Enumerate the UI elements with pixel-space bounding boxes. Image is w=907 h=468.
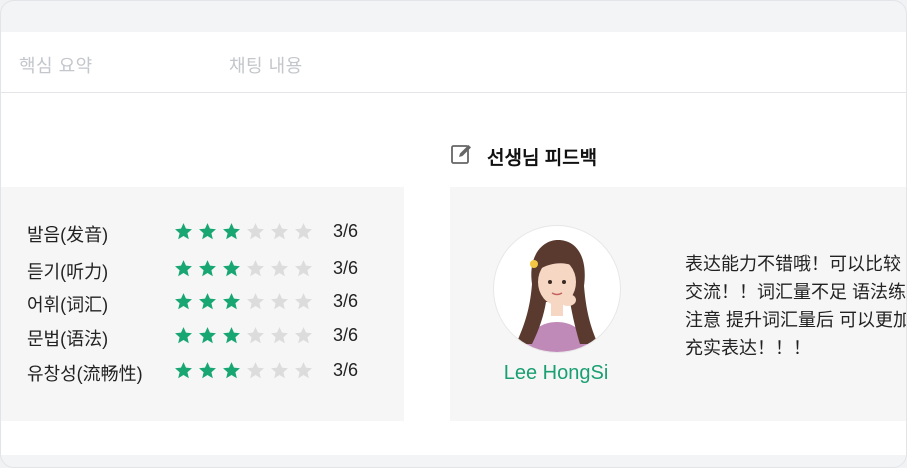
feedback-line: 表达能力不错哦！可以比较 xyxy=(685,254,901,274)
feedback-card: Lee HongSi 表达能力不错哦！可以比较 交流！！词汇量不足 语法练 注意… xyxy=(450,187,907,421)
star-filled-icon xyxy=(223,362,240,379)
star-filled-icon xyxy=(223,223,240,240)
star-empty-icon xyxy=(247,327,264,344)
tab-chat-content[interactable]: 채팅 내용 xyxy=(229,52,303,78)
star-empty-icon xyxy=(247,260,264,277)
app-frame: 핵심 요약 채팅 내용 발음(发音) 3/6 듣기(听力) 3/6 어휘(词汇)… xyxy=(0,0,907,468)
rating-row-vocabulary: 어휘(词汇) 3/6 xyxy=(1,291,404,315)
rating-label: 듣기(听力) xyxy=(27,262,109,282)
star-empty-icon xyxy=(247,362,264,379)
edit-icon xyxy=(451,145,471,164)
rating-score: 3/6 xyxy=(333,360,359,380)
star-empty-icon xyxy=(295,293,312,310)
star-empty-icon xyxy=(247,293,264,310)
star-empty-icon xyxy=(271,223,288,240)
star-filled-icon xyxy=(199,362,216,379)
star-empty-icon xyxy=(247,223,264,240)
feedback-line: 注意 提升词汇量后 可以更加 xyxy=(685,310,907,330)
star-empty-icon xyxy=(271,362,288,379)
star-empty-icon xyxy=(271,327,288,344)
rating-score: 3/6 xyxy=(333,291,359,311)
star-filled-icon xyxy=(223,327,240,344)
teacher-illustration xyxy=(516,240,598,352)
star-empty-icon xyxy=(295,362,312,379)
teacher-avatar xyxy=(493,225,621,353)
star-filled-icon xyxy=(175,293,192,310)
star-empty-icon xyxy=(295,327,312,344)
rating-label: 어휘(词汇) xyxy=(27,295,109,315)
rating-row-pronunciation: 발음(发音) 3/6 xyxy=(1,221,404,245)
report-panel: 핵심 요약 채팅 내용 발음(发音) 3/6 듣기(听力) 3/6 어휘(词汇)… xyxy=(1,32,907,455)
rating-label: 문법(语法) xyxy=(27,329,109,349)
star-filled-icon xyxy=(223,260,240,277)
star-empty-icon xyxy=(271,293,288,310)
star-filled-icon xyxy=(175,327,192,344)
star-filled-icon xyxy=(199,260,216,277)
star-filled-icon xyxy=(199,327,216,344)
star-filled-icon xyxy=(175,260,192,277)
rating-row-fluency: 유창성(流畅性) 3/6 xyxy=(1,360,404,384)
rating-score: 3/6 xyxy=(333,325,359,345)
feedback-title: 선생님 피드백 xyxy=(487,148,598,169)
star-filled-icon xyxy=(175,223,192,240)
tab-bar: 핵심 요약 채팅 내용 xyxy=(1,32,906,93)
feedback-text: 表达能力不错哦！可以比较 交流！！词汇量不足 语法练 注意 提升词汇量后 可以更… xyxy=(685,250,907,362)
star-filled-icon xyxy=(223,293,240,310)
rating-label: 발음(发音) xyxy=(27,225,109,245)
star-filled-icon xyxy=(199,223,216,240)
star-empty-icon xyxy=(295,223,312,240)
star-empty-icon xyxy=(271,260,288,277)
rating-row-grammar: 문법(语法) 3/6 xyxy=(1,325,404,349)
star-filled-icon xyxy=(175,362,192,379)
tab-summary[interactable]: 핵심 요약 xyxy=(19,52,93,78)
rating-score: 3/6 xyxy=(333,258,359,278)
star-empty-icon xyxy=(295,260,312,277)
rating-label: 유창성(流畅性) xyxy=(27,364,143,384)
rating-row-listening: 듣기(听力) 3/6 xyxy=(1,258,404,282)
feedback-line: 充实表达！！！ xyxy=(685,338,811,358)
teacher-name: Lee HongSi xyxy=(503,362,609,384)
feedback-line: 交流！！词汇量不足 语法练 xyxy=(685,282,906,302)
skill-ratings: 발음(发音) 3/6 듣기(听力) 3/6 어휘(词汇) 3/6 문법(语法) … xyxy=(1,187,404,421)
rating-score: 3/6 xyxy=(333,221,359,241)
star-filled-icon xyxy=(199,293,216,310)
